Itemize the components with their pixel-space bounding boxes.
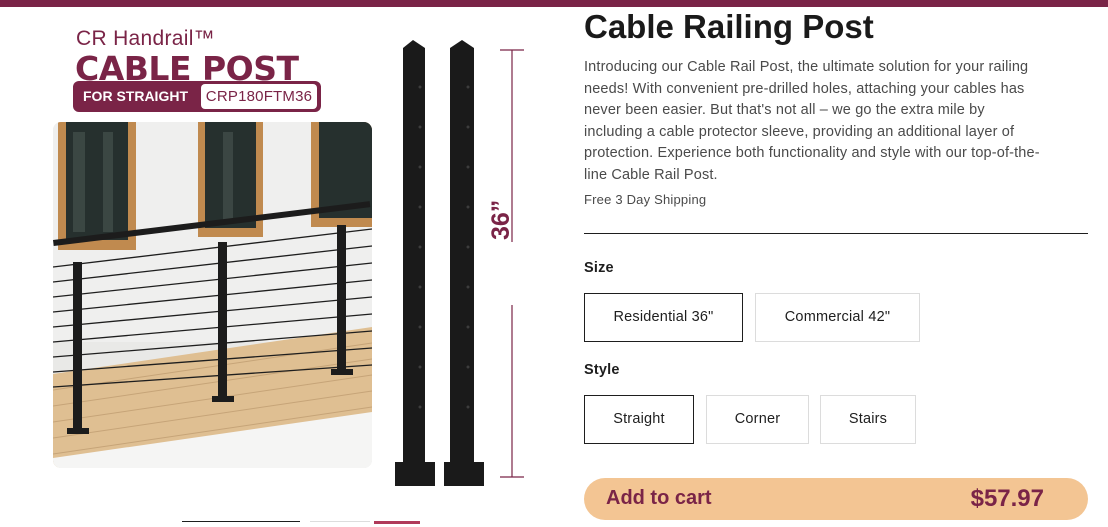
add-to-cart-button[interactable]: Add to cart $57.97 [584,478,1088,520]
product-description: Introducing our Cable Rail Post, the ult… [584,59,1040,183]
dimension-label: 36” [487,199,515,240]
style-option-corner[interactable]: Corner [706,395,809,444]
size-option-residential[interactable]: Residential 36" [584,293,743,342]
thumbnail-3[interactable] [374,521,420,527]
product-price: $57.97 [970,485,1044,512]
brand-block: CR Handrail™ CABLE POST [75,27,299,87]
style-option-straight[interactable]: Straight [584,395,694,444]
deck-railing-photo [53,122,372,468]
brand-subtitle: CR Handrail™ [76,27,215,50]
top-accent-bar [0,0,1108,7]
thumbnail-1[interactable] [182,521,300,527]
product-title: Cable Railing Post [584,8,874,45]
shipping-note: Free 3 Day Shipping [584,192,707,207]
brand-tag-code: CRP180FTM36 [201,84,317,109]
thumbnail-2[interactable] [310,521,370,527]
style-option-stairs[interactable]: Stairs [820,395,916,444]
add-to-cart-label: Add to cart [606,487,712,509]
divider [584,233,1088,234]
cable-posts-image [390,37,540,497]
size-option-commercial[interactable]: Commercial 42" [755,293,920,342]
brand-tag: FOR STRAIGHT CRP180FTM36 [73,81,321,112]
brand-tag-label: FOR STRAIGHT [83,88,188,104]
thumbnail-strip[interactable] [182,521,422,527]
size-label: Size [584,260,614,276]
product-image-gallery[interactable]: CR Handrail™ CABLE POST FOR STRAIGHT CRP… [0,7,560,527]
style-label: Style [584,362,620,378]
